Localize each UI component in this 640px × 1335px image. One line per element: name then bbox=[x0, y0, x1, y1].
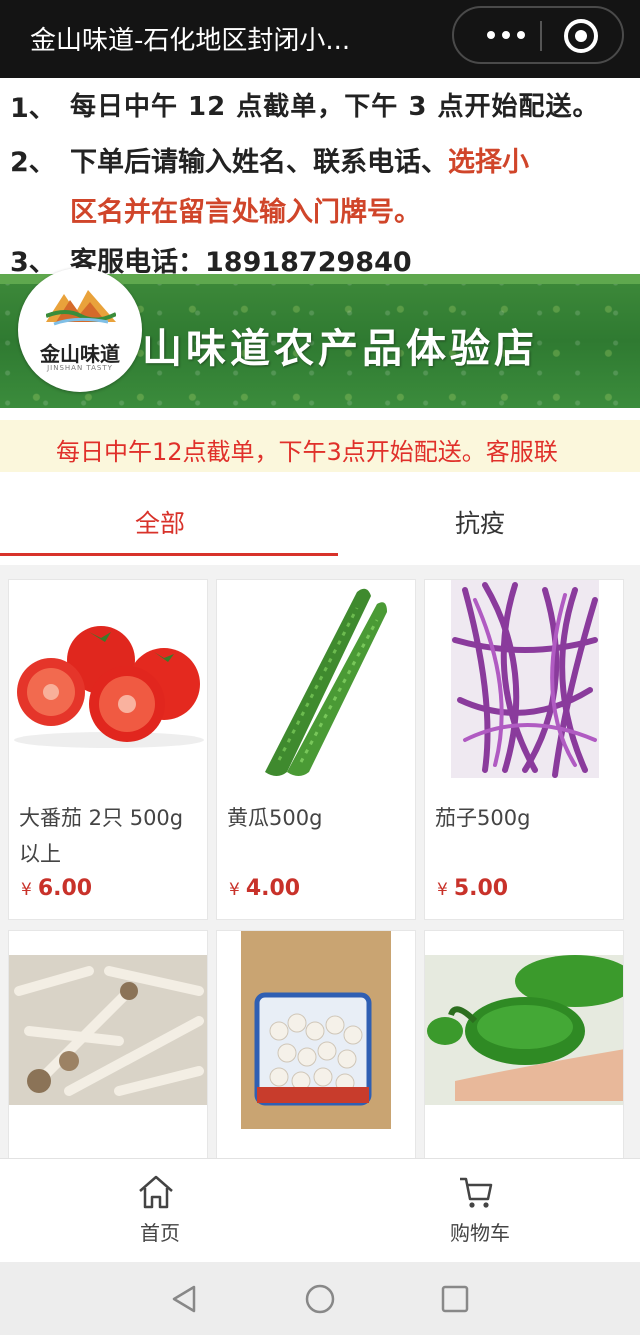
product-image-cucumber bbox=[217, 580, 415, 780]
product-price: ¥6.00 bbox=[21, 876, 92, 901]
mini-program-capsule bbox=[452, 6, 624, 64]
product-price: ¥4.00 bbox=[229, 876, 300, 901]
price-value: 6.00 bbox=[37, 876, 93, 901]
logo-text: 金山味道 bbox=[40, 342, 120, 366]
price-value: 4.00 bbox=[245, 876, 301, 901]
product-name: 茄子500g bbox=[435, 806, 531, 830]
tabbar-home-label: 首页 bbox=[140, 1221, 180, 1245]
more-menu-icon[interactable] bbox=[476, 22, 536, 48]
product-image-green-pepper bbox=[425, 931, 623, 1131]
product-image-mushroom bbox=[9, 931, 207, 1131]
marquee-text: 每日中午12点截单，下午3点开始配送。客服联 bbox=[56, 438, 558, 466]
notice-number-1: 1、 bbox=[10, 93, 56, 124]
product-card[interactable]: 黄瓜500g ¥4.00 bbox=[216, 579, 416, 920]
logo-subtext: JINSHAN TASTY bbox=[47, 364, 113, 372]
notice-line-2a: 下单后请输入姓名、联系电话、选择小 bbox=[70, 140, 529, 179]
tab-all[interactable]: 全部 bbox=[0, 495, 320, 557]
tabbar-item-home[interactable]: 首页 bbox=[0, 1159, 320, 1263]
tabbar-cart-label: 购物车 bbox=[450, 1221, 510, 1245]
product-name: 大番茄 2只 500g以上 bbox=[19, 806, 184, 866]
product-card[interactable]: 茄子500g ¥5.00 bbox=[424, 579, 624, 920]
product-card[interactable] bbox=[424, 930, 624, 1160]
notice-number-2: 2、 bbox=[10, 147, 56, 178]
notice-line-2b: 区名并在留言处输入门牌号。 bbox=[70, 197, 421, 228]
product-name: 黄瓜500g bbox=[227, 806, 323, 830]
cart-icon bbox=[460, 1177, 493, 1208]
notice-marquee: 每日中午12点截单，下午3点开始配送。客服联 bbox=[0, 420, 640, 472]
notice-image: 1、 每日中午 12 点截单，下午 3 点开始配送。 2、 下单后请输入姓名、联… bbox=[0, 78, 640, 278]
product-card[interactable] bbox=[216, 930, 416, 1160]
home-circle-icon[interactable] bbox=[304, 1283, 336, 1315]
bottom-tabbar: 首页 购物车 bbox=[0, 1158, 640, 1262]
product-image-mushroom-pack bbox=[217, 931, 415, 1131]
currency-symbol: ¥ bbox=[21, 880, 32, 900]
category-tabs: 全部 抗疫 bbox=[0, 495, 640, 557]
back-icon[interactable] bbox=[170, 1284, 198, 1314]
tab-anti-epidemic[interactable]: 抗疫 bbox=[320, 495, 640, 557]
system-nav-bar bbox=[0, 1262, 640, 1335]
title-bar: 金山味道-石化地区封闭小... bbox=[0, 0, 640, 78]
capsule-divider bbox=[540, 21, 542, 51]
notice-line-1: 每日中午 12 点截单，下午 3 点开始配送。 bbox=[70, 92, 600, 122]
price-value: 5.00 bbox=[453, 876, 509, 901]
mountain-logo-icon bbox=[46, 290, 116, 326]
tabbar-item-cart[interactable]: 购物车 bbox=[320, 1159, 640, 1263]
store-logo: 金山味道 JINSHAN TASTY bbox=[18, 268, 142, 392]
home-icon bbox=[139, 1175, 173, 1209]
recents-icon[interactable] bbox=[440, 1284, 470, 1314]
page-title: 金山味道-石化地区封闭小... bbox=[30, 26, 351, 56]
currency-symbol: ¥ bbox=[229, 880, 240, 900]
notice-line-2a-red: 选择小 bbox=[448, 147, 529, 178]
active-tab-underline bbox=[0, 553, 338, 556]
product-price: ¥5.00 bbox=[437, 876, 508, 901]
product-card[interactable] bbox=[8, 930, 208, 1160]
product-image-tomato bbox=[9, 580, 207, 780]
banner-title: 山味道农产品体验店 bbox=[142, 325, 538, 372]
notice-line-2a-black: 下单后请输入姓名、联系电话、 bbox=[70, 147, 448, 178]
close-program-icon[interactable] bbox=[564, 19, 598, 53]
currency-symbol: ¥ bbox=[437, 880, 448, 900]
product-image-eggplant bbox=[425, 580, 623, 780]
product-card[interactable]: 大番茄 2只 500g以上 ¥6.00 bbox=[8, 579, 208, 920]
